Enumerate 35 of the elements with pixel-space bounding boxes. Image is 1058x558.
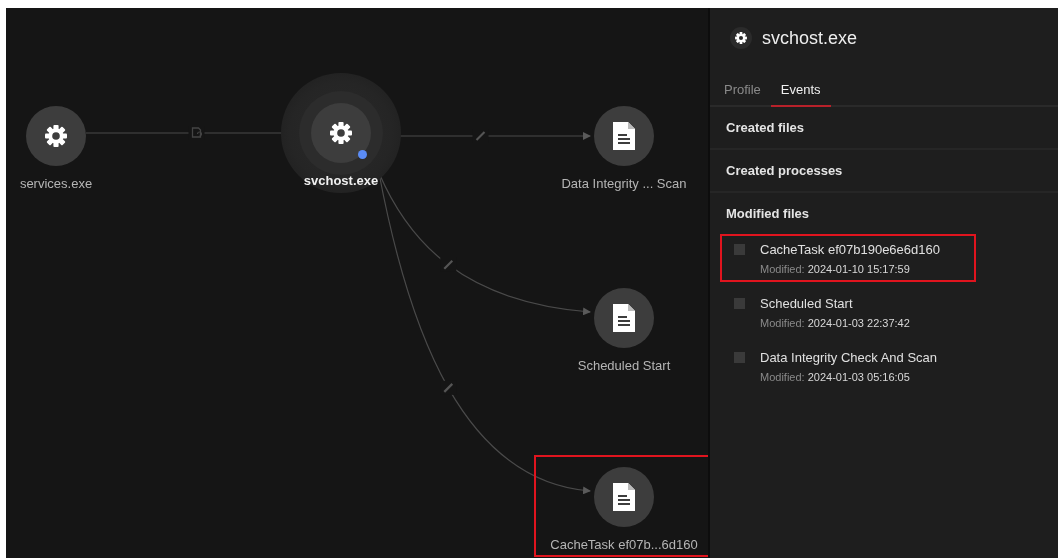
file-cycle-icon (188, 126, 205, 140)
gear-icon (43, 123, 69, 149)
tab[interactable]: Profile (714, 78, 771, 107)
modified-date: Modified: 2024-01-03 22:37:42 (760, 317, 911, 329)
modified-date: Modified: 2024-01-10 15:17:59 (760, 263, 911, 275)
node-label: svchost.exe (303, 173, 379, 188)
node-label: services.exe (19, 176, 93, 191)
file-name: Data Integrity Check And Scan (760, 350, 939, 365)
file-name: Scheduled Start (760, 296, 854, 311)
file-node[interactable] (594, 106, 654, 166)
file-entry[interactable]: Scheduled Start Modified: 2024-01-03 22:37:42 (720, 288, 976, 336)
section-header[interactable]: Modified files (726, 206, 1058, 221)
modified-date: Modified: 2024-01-03 05:16:05 (760, 371, 911, 383)
gear-icon (730, 27, 752, 49)
panel-title: svchost.exe (762, 27, 858, 49)
tab[interactable]: Events (770, 78, 831, 107)
node-label: CacheTask ef07b...6d160 (550, 537, 698, 552)
checkbox[interactable] (734, 244, 745, 255)
file-node[interactable] (594, 467, 654, 527)
gear-icon (328, 120, 354, 146)
checkbox[interactable] (734, 298, 745, 309)
document-icon (613, 122, 635, 150)
node-label: Data Integrity ... Scan (561, 176, 687, 191)
document-icon (613, 304, 635, 332)
file-entry[interactable]: Data Integrity Check And Scan Modified: 2024-01-03 05:16:05 (720, 342, 976, 390)
section-header[interactable]: Created processes (726, 163, 1058, 178)
checkbox[interactable] (734, 352, 745, 363)
status-dot (358, 150, 367, 159)
file-node[interactable] (594, 288, 654, 348)
node-label: Scheduled Start (577, 358, 671, 373)
document-icon (613, 483, 635, 511)
section-header[interactable]: Created files (726, 120, 1058, 135)
process-node[interactable] (26, 106, 86, 166)
file-name: CacheTask ef07b190e6e6d160 (760, 242, 941, 257)
file-entry[interactable]: CacheTask ef07b190e6e6d160 Modified: 2024-01-10 15:17:59 (720, 234, 976, 282)
